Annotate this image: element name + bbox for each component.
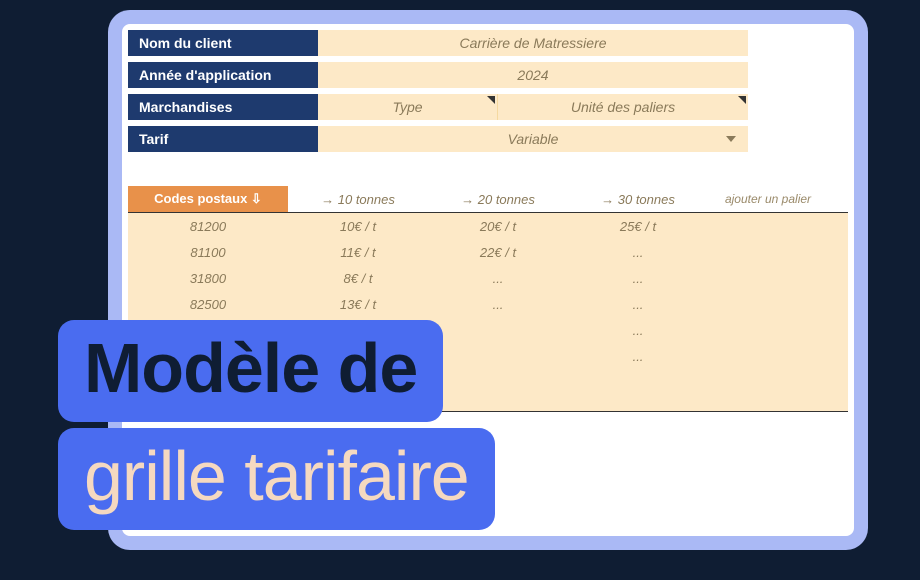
tarif-value-text: Variable (508, 131, 559, 147)
cell-price[interactable]: ... (568, 317, 708, 343)
marker-icon (738, 96, 746, 104)
input-goods-unit[interactable]: Unité des paliers (498, 94, 748, 120)
cell-price[interactable]: 20€ / t (428, 213, 568, 239)
cell-code[interactable]: 81200 (128, 213, 288, 239)
cell-price[interactable] (708, 317, 828, 343)
col-tier1-header: → 10 tonnes (288, 186, 428, 212)
table-row: 8250013€ / t...... (128, 291, 848, 317)
title-overlay: Modèle de grille tarifaire (58, 320, 495, 536)
row-client: Nom du client Carrière de Matressiere (128, 30, 848, 56)
input-goods-type[interactable]: Type (318, 94, 498, 120)
chevron-down-icon (726, 136, 736, 142)
cell-price[interactable]: 13€ / t (288, 291, 428, 317)
cell-price[interactable]: 10€ / t (288, 213, 428, 239)
goods-unit-text: Unité des paliers (571, 99, 675, 115)
col-tier3-header: → 30 tonnes (568, 186, 708, 212)
title-text-2: grille tarifaire (84, 437, 469, 515)
cell-price[interactable]: ... (568, 291, 708, 317)
label-tarif: Tarif (128, 126, 318, 152)
cell-price[interactable] (708, 291, 828, 317)
cell-price[interactable]: 8€ / t (288, 265, 428, 291)
table-row: 318008€ / t...... (128, 265, 848, 291)
goods-type-text: Type (392, 99, 422, 115)
cell-price[interactable]: ... (428, 291, 568, 317)
cell-code[interactable]: 81100 (128, 239, 288, 265)
cell-price[interactable]: 11€ / t (288, 239, 428, 265)
add-tier-button[interactable]: ajouter un palier (708, 186, 828, 212)
cell-price[interactable] (708, 343, 828, 369)
cell-price[interactable]: ... (428, 265, 568, 291)
input-client[interactable]: Carrière de Matressiere (318, 30, 748, 56)
row-goods: Marchandises Type Unité des paliers (128, 94, 848, 120)
label-client: Nom du client (128, 30, 318, 56)
cell-price[interactable]: 22€ / t (428, 239, 568, 265)
cell-price[interactable]: ... (568, 239, 708, 265)
cell-code[interactable]: 31800 (128, 265, 288, 291)
cell-price[interactable]: 25€ / t (568, 213, 708, 239)
select-tarif[interactable]: Variable (318, 126, 748, 152)
label-year: Année d'application (128, 62, 318, 88)
cell-price[interactable]: ... (568, 343, 708, 369)
col-tier2-header: → 20 tonnes (428, 186, 568, 212)
row-year: Année d'application 2024 (128, 62, 848, 88)
title-line-2: grille tarifaire (58, 428, 495, 530)
title-text-1: Modèle de (84, 329, 417, 407)
cell-code[interactable]: 82500 (128, 291, 288, 317)
row-tarif: Tarif Variable (128, 126, 848, 152)
cell-price[interactable] (708, 265, 828, 291)
label-goods: Marchandises (128, 94, 318, 120)
table-row: 8120010€ / t20€ / t25€ / t (128, 213, 848, 239)
col-codes-header[interactable]: Codes postaux ⇩ (128, 186, 288, 212)
cell-price[interactable] (708, 239, 828, 265)
input-year[interactable]: 2024 (318, 62, 748, 88)
cell-price[interactable] (708, 213, 828, 239)
marker-icon (487, 96, 495, 104)
table-row: 8110011€ / t22€ / t... (128, 239, 848, 265)
cell-price[interactable]: ... (568, 265, 708, 291)
title-line-1: Modèle de (58, 320, 443, 422)
table-header: Codes postaux ⇩ → 10 tonnes → 20 tonnes … (128, 186, 848, 212)
